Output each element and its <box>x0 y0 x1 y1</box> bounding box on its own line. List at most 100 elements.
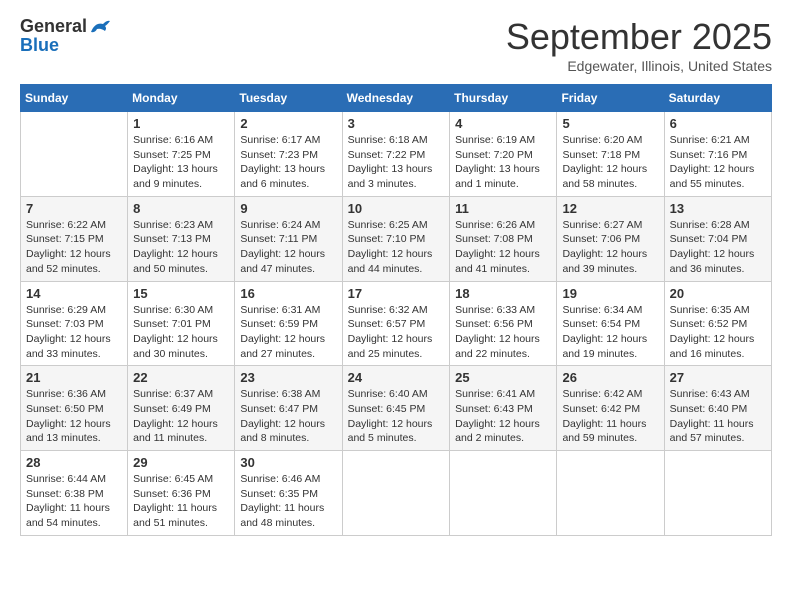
calendar-cell: 27 Sunrise: 6:43 AM Sunset: 6:40 PM Dayli… <box>664 366 771 451</box>
calendar-cell: 14 Sunrise: 6:29 AM Sunset: 7:03 PM Dayli… <box>21 281 128 366</box>
day-number: 11 <box>455 201 551 216</box>
calendar-week-row: 7 Sunrise: 6:22 AM Sunset: 7:15 PM Daylig… <box>21 196 772 281</box>
day-number: 16 <box>240 286 336 301</box>
calendar-cell <box>557 451 664 536</box>
day-number: 18 <box>455 286 551 301</box>
calendar-cell <box>342 451 450 536</box>
day-info: Sunrise: 6:43 AM Sunset: 6:40 PM Dayligh… <box>670 387 766 446</box>
calendar-cell <box>450 451 557 536</box>
day-number: 20 <box>670 286 766 301</box>
calendar-week-row: 1 Sunrise: 6:16 AM Sunset: 7:25 PM Daylig… <box>21 112 772 197</box>
calendar-cell: 5 Sunrise: 6:20 AM Sunset: 7:18 PM Daylig… <box>557 112 664 197</box>
day-number: 25 <box>455 370 551 385</box>
calendar-cell <box>21 112 128 197</box>
calendar-table: SundayMondayTuesdayWednesdayThursdayFrid… <box>20 84 772 536</box>
day-info: Sunrise: 6:26 AM Sunset: 7:08 PM Dayligh… <box>455 218 551 277</box>
calendar-header-thursday: Thursday <box>450 85 557 112</box>
calendar-cell: 12Sunrise: 6:27 AM Sunset: 7:06 PM Dayli… <box>557 196 664 281</box>
calendar-cell: 10Sunrise: 6:25 AM Sunset: 7:10 PM Dayli… <box>342 196 450 281</box>
day-info: Sunrise: 6:32 AM Sunset: 6:57 PM Dayligh… <box>348 303 445 362</box>
day-number: 14 <box>26 286 122 301</box>
calendar-cell: 11 Sunrise: 6:26 AM Sunset: 7:08 PM Dayli… <box>450 196 557 281</box>
day-info: Sunrise: 6:46 AM Sunset: 6:35 PM Dayligh… <box>240 472 336 531</box>
day-info: Sunrise: 6:23 AM Sunset: 7:13 PM Dayligh… <box>133 218 229 277</box>
day-info: Sunrise: 6:38 AM Sunset: 6:47 PM Dayligh… <box>240 387 336 446</box>
day-number: 6 <box>670 116 766 131</box>
day-number: 19 <box>562 286 658 301</box>
day-number: 28 <box>26 455 122 470</box>
calendar-header-monday: Monday <box>128 85 235 112</box>
day-info: Sunrise: 6:31 AM Sunset: 6:59 PM Dayligh… <box>240 303 336 362</box>
calendar-week-row: 21 Sunrise: 6:36 AM Sunset: 6:50 PM Dayli… <box>21 366 772 451</box>
day-info: Sunrise: 6:34 AM Sunset: 6:54 PM Dayligh… <box>562 303 658 362</box>
day-info: Sunrise: 6:41 AM Sunset: 6:43 PM Dayligh… <box>455 387 551 446</box>
day-info: Sunrise: 6:17 AM Sunset: 7:23 PM Dayligh… <box>240 133 336 192</box>
header: General Blue September 2025 Edgewater, I… <box>20 16 772 74</box>
day-info: Sunrise: 6:42 AM Sunset: 6:42 PM Dayligh… <box>562 387 658 446</box>
calendar-cell: 17 Sunrise: 6:32 AM Sunset: 6:57 PM Dayli… <box>342 281 450 366</box>
day-number: 26 <box>562 370 658 385</box>
calendar-cell: 25 Sunrise: 6:41 AM Sunset: 6:43 PM Dayli… <box>450 366 557 451</box>
day-info: Sunrise: 6:16 AM Sunset: 7:25 PM Dayligh… <box>133 133 229 192</box>
day-info: Sunrise: 6:45 AM Sunset: 6:36 PM Dayligh… <box>133 472 229 531</box>
location-title: Edgewater, Illinois, United States <box>506 58 772 74</box>
calendar-header-wednesday: Wednesday <box>342 85 450 112</box>
day-number: 22 <box>133 370 229 385</box>
day-number: 17 <box>348 286 445 301</box>
day-info: Sunrise: 6:30 AM Sunset: 7:01 PM Dayligh… <box>133 303 229 362</box>
day-info: Sunrise: 6:33 AM Sunset: 6:56 PM Dayligh… <box>455 303 551 362</box>
calendar-week-row: 14 Sunrise: 6:29 AM Sunset: 7:03 PM Dayli… <box>21 281 772 366</box>
day-number: 30 <box>240 455 336 470</box>
day-info: Sunrise: 6:37 AM Sunset: 6:49 PM Dayligh… <box>133 387 229 446</box>
day-info: Sunrise: 6:18 AM Sunset: 7:22 PM Dayligh… <box>348 133 445 192</box>
calendar-cell: 1 Sunrise: 6:16 AM Sunset: 7:25 PM Daylig… <box>128 112 235 197</box>
day-number: 15 <box>133 286 229 301</box>
calendar-cell: 3 Sunrise: 6:18 AM Sunset: 7:22 PM Daylig… <box>342 112 450 197</box>
day-number: 2 <box>240 116 336 131</box>
day-number: 4 <box>455 116 551 131</box>
logo-bird-icon <box>89 18 111 36</box>
calendar-cell: 20Sunrise: 6:35 AM Sunset: 6:52 PM Dayli… <box>664 281 771 366</box>
day-info: Sunrise: 6:36 AM Sunset: 6:50 PM Dayligh… <box>26 387 122 446</box>
calendar-cell: 16 Sunrise: 6:31 AM Sunset: 6:59 PM Dayli… <box>235 281 342 366</box>
calendar-cell: 2 Sunrise: 6:17 AM Sunset: 7:23 PM Daylig… <box>235 112 342 197</box>
month-title: September 2025 <box>506 16 772 58</box>
day-number: 29 <box>133 455 229 470</box>
day-info: Sunrise: 6:24 AM Sunset: 7:11 PM Dayligh… <box>240 218 336 277</box>
calendar-cell: 29 Sunrise: 6:45 AM Sunset: 6:36 PM Dayli… <box>128 451 235 536</box>
calendar-cell: 19 Sunrise: 6:34 AM Sunset: 6:54 PM Dayli… <box>557 281 664 366</box>
day-info: Sunrise: 6:28 AM Sunset: 7:04 PM Dayligh… <box>670 218 766 277</box>
day-info: Sunrise: 6:29 AM Sunset: 7:03 PM Dayligh… <box>26 303 122 362</box>
day-number: 27 <box>670 370 766 385</box>
calendar-cell: 8 Sunrise: 6:23 AM Sunset: 7:13 PM Daylig… <box>128 196 235 281</box>
day-number: 7 <box>26 201 122 216</box>
day-number: 23 <box>240 370 336 385</box>
day-number: 9 <box>240 201 336 216</box>
day-info: Sunrise: 6:21 AM Sunset: 7:16 PM Dayligh… <box>670 133 766 192</box>
calendar-cell <box>664 451 771 536</box>
day-number: 24 <box>348 370 445 385</box>
calendar-header-row: SundayMondayTuesdayWednesdayThursdayFrid… <box>21 85 772 112</box>
calendar-header-sunday: Sunday <box>21 85 128 112</box>
day-number: 21 <box>26 370 122 385</box>
day-info: Sunrise: 6:27 AM Sunset: 7:06 PM Dayligh… <box>562 218 658 277</box>
calendar-cell: 23 Sunrise: 6:38 AM Sunset: 6:47 PM Dayli… <box>235 366 342 451</box>
calendar-header-tuesday: Tuesday <box>235 85 342 112</box>
day-number: 5 <box>562 116 658 131</box>
day-number: 3 <box>348 116 445 131</box>
day-info: Sunrise: 6:20 AM Sunset: 7:18 PM Dayligh… <box>562 133 658 192</box>
day-info: Sunrise: 6:22 AM Sunset: 7:15 PM Dayligh… <box>26 218 122 277</box>
title-area: September 2025 Edgewater, Illinois, Unit… <box>506 16 772 74</box>
calendar-cell: 7 Sunrise: 6:22 AM Sunset: 7:15 PM Daylig… <box>21 196 128 281</box>
logo-blue-text: Blue <box>20 35 59 56</box>
calendar-week-row: 28Sunrise: 6:44 AM Sunset: 6:38 PM Dayli… <box>21 451 772 536</box>
calendar-header-saturday: Saturday <box>664 85 771 112</box>
calendar-cell: 15 Sunrise: 6:30 AM Sunset: 7:01 PM Dayli… <box>128 281 235 366</box>
day-number: 8 <box>133 201 229 216</box>
logo-general-text: General <box>20 16 87 37</box>
calendar-cell: 9 Sunrise: 6:24 AM Sunset: 7:11 PM Daylig… <box>235 196 342 281</box>
calendar-cell: 6 Sunrise: 6:21 AM Sunset: 7:16 PM Daylig… <box>664 112 771 197</box>
day-number: 1 <box>133 116 229 131</box>
day-info: Sunrise: 6:25 AM Sunset: 7:10 PM Dayligh… <box>348 218 445 277</box>
day-info: Sunrise: 6:19 AM Sunset: 7:20 PM Dayligh… <box>455 133 551 192</box>
